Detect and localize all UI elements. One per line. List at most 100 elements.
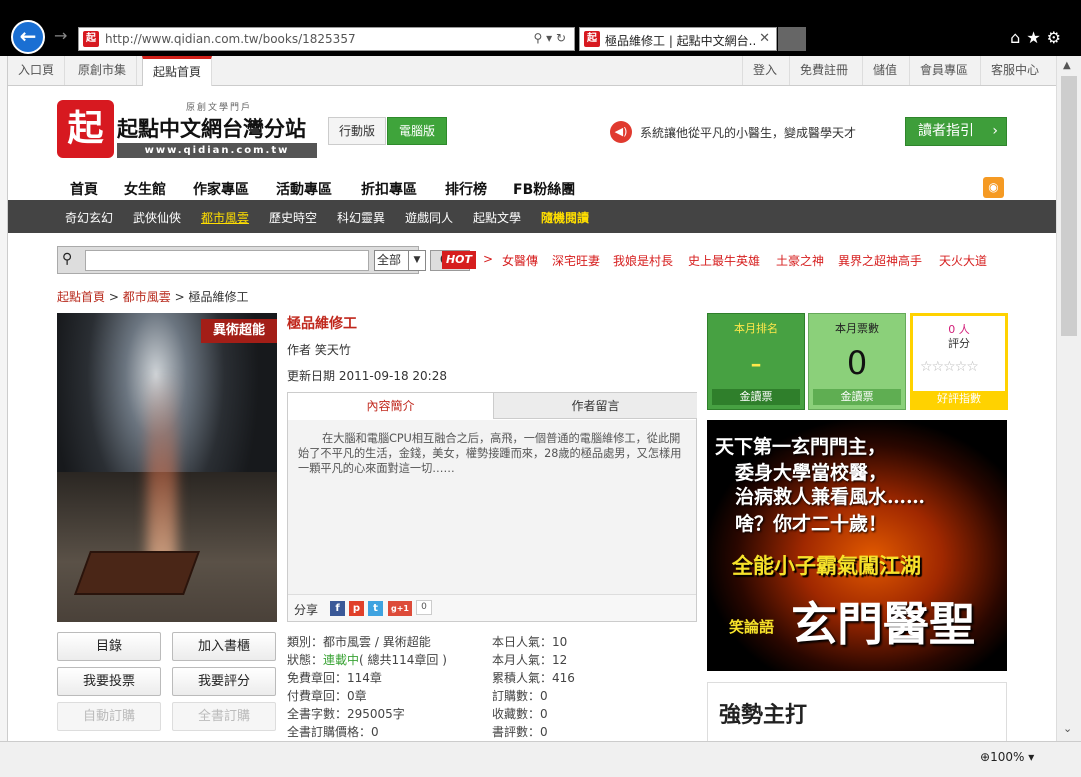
cat-urban[interactable]: 都市風雲 (201, 209, 249, 226)
pc-version-button[interactable]: 電腦版 (387, 117, 447, 145)
monthly-rank-label: 本月排名 (734, 322, 778, 335)
stat-subscribe-price: 全書訂購價格：0 (287, 725, 379, 739)
book-cover[interactable]: 異術超能 (57, 313, 277, 622)
rate-button[interactable]: 我要評分 (172, 667, 276, 696)
browser-tab[interactable]: 起 極品維修工 | 起點中文網台... ✕ (579, 27, 777, 51)
address-bar[interactable]: 起 http://www.qidian.com.tw/books/1825357… (78, 27, 575, 51)
nav-events[interactable]: 活動專區 (276, 179, 332, 199)
site-favicon-icon: 起 (83, 31, 99, 47)
cat-random[interactable]: 隨機閱讀 (541, 209, 589, 226)
share-label: 分享 (294, 603, 319, 617)
featured-section: 強勢主打 (707, 682, 1007, 741)
zoom-control[interactable]: ⊕100% ▾ (980, 750, 1034, 764)
logo-icon[interactable]: 起 (57, 100, 114, 158)
member-link[interactable]: 會員專區 (909, 56, 978, 85)
page-scrollbar[interactable]: ▲ ⌄ (1056, 56, 1081, 741)
breadcrumb-home[interactable]: 起點首頁 (57, 290, 105, 304)
nav-female[interactable]: 女生館 (124, 179, 166, 199)
chevron-down-icon: ▼ (408, 251, 425, 270)
tab-author-message[interactable]: 作者留言 (493, 393, 697, 419)
hot-link[interactable]: 深宅旺妻 (552, 252, 600, 269)
cat-history[interactable]: 歷史時空 (269, 209, 317, 226)
updated-date: 2011-09-18 20:28 (338, 369, 447, 383)
chevron-down-icon[interactable]: ⌄ (1063, 722, 1072, 735)
cat-literature[interactable]: 起點文學 (473, 209, 521, 226)
cover-flame (147, 373, 177, 573)
rating-stars-icon: ☆☆☆☆☆ (920, 359, 979, 375)
topup-link[interactable]: 儲值 (862, 56, 907, 85)
promo-banner[interactable]: 天下第一玄門門主， 委身大學當校醫， 治病救人兼看風水…… 啥？你才二十歲！ 全… (707, 420, 1007, 671)
login-link[interactable]: 登入 (742, 56, 787, 85)
logo-text[interactable]: 起點中文網台灣分站 (117, 113, 306, 143)
gear-icon[interactable]: ⚙ (1047, 28, 1067, 47)
cat-scifi[interactable]: 科幻靈異 (337, 209, 385, 226)
nav-fb[interactable]: FB粉絲團 (513, 179, 575, 199)
monthly-rank-box: 本月排名 - 金讀票 (707, 313, 805, 410)
nav-ranking[interactable]: 排行榜 (445, 179, 487, 199)
cat-fantasy[interactable]: 奇幻玄幻 (65, 209, 113, 226)
nav-discount[interactable]: 折扣專區 (361, 179, 417, 199)
service-link[interactable]: 客服中心 (980, 56, 1049, 85)
facebook-icon[interactable]: f (330, 601, 345, 616)
author-name[interactable]: 笑天竹 (315, 343, 351, 357)
search-input[interactable] (85, 250, 369, 271)
top-nav-entry[interactable]: 入口頁 (8, 56, 66, 85)
hot-link[interactable]: 土豪之神 (776, 252, 824, 269)
hot-link[interactable]: 女醫傳 (502, 252, 538, 269)
search-scope-select[interactable]: 全部 ▼ (374, 250, 426, 271)
book-title[interactable]: 極品維修工 (287, 313, 357, 333)
scrollbar-thumb[interactable] (1061, 76, 1077, 336)
add-shelf-button[interactable]: 加入書櫃 (172, 632, 276, 661)
new-tab-button[interactable] (778, 27, 806, 51)
promo-line: 治病救人兼看風水…… (735, 486, 926, 508)
rss-icon[interactable]: ◉ (983, 177, 1004, 198)
hot-link[interactable]: 異界之超神高手 (838, 252, 922, 269)
register-link[interactable]: 免費註冊 (789, 56, 858, 85)
hot-link[interactable]: 史上最牛英雄 (688, 252, 760, 269)
stat-word-count: 全書字數：295005字 (287, 707, 405, 721)
twitter-icon[interactable]: t (368, 601, 383, 616)
plurk-icon[interactable]: p (349, 601, 364, 616)
monthly-votes-box: 本月票數 0 金讀票 (808, 313, 906, 410)
forward-button[interactable]: → (54, 26, 67, 45)
tab-close-icon[interactable]: ✕ (759, 31, 770, 46)
cat-games[interactable]: 遊戲同人 (405, 209, 453, 226)
address-url[interactable]: http://www.qidian.com.tw/books/1825357 (105, 32, 356, 46)
google-plus-icon[interactable]: g+1 (388, 601, 412, 616)
reader-guide-button[interactable]: 讀者指引 › (905, 117, 1007, 146)
announcement-link[interactable]: 系統讓他從平凡的小醫生，變成醫學天才 (640, 124, 856, 141)
rating-box: 0 人 評分 ☆☆☆☆☆ 好評指數 (910, 313, 1008, 410)
site-top-nav: 入口頁 原創市集 起點首頁 登入 免費註冊 儲值 會員專區 客服中心 (8, 56, 1056, 86)
nav-home[interactable]: 首頁 (70, 179, 98, 199)
breadcrumb-category[interactable]: 都市風雲 (123, 290, 171, 304)
monthly-votes-foot: 金讀票 (813, 389, 901, 405)
breadcrumb-separator: > (108, 290, 123, 304)
mobile-version-button[interactable]: 行動版 (328, 117, 386, 145)
stat-subscriptions: 訂購數：0 (492, 689, 548, 703)
chevron-right-icon: > (483, 252, 494, 266)
breadcrumb-current: 極品維修工 (188, 290, 249, 304)
subscribe-all-button[interactable]: 全書訂購 (172, 702, 276, 731)
search-refresh-icons[interactable]: ⚲ ▾ ↻ (534, 31, 567, 45)
home-icon[interactable]: ⌂ (1010, 28, 1026, 47)
toc-button[interactable]: 目錄 (57, 632, 161, 661)
tab-intro[interactable]: 內容簡介 (288, 393, 493, 419)
auto-subscribe-button[interactable]: 自動訂購 (57, 702, 161, 731)
top-nav-market[interactable]: 原創市集 (68, 56, 138, 85)
gplus-count: 0 (416, 600, 432, 615)
hot-badge: HOT (442, 251, 476, 269)
stat-status-value: 連載中 (323, 653, 360, 667)
hot-link[interactable]: 我娘是村長 (613, 252, 673, 269)
speaker-icon: ◀) (610, 121, 632, 143)
stat-month: 本月人氣：12 (492, 653, 568, 667)
top-nav-home[interactable]: 起點首頁 (142, 56, 213, 86)
scroll-up-icon[interactable]: ▲ (1063, 60, 1071, 71)
stat-category: 類別：都市風雲 / 異術超能 (287, 633, 431, 650)
nav-authors[interactable]: 作家專區 (193, 179, 249, 199)
vote-button[interactable]: 我要投票 (57, 667, 161, 696)
hot-link[interactable]: 天火大道 (939, 252, 987, 269)
back-button[interactable]: ← (11, 20, 45, 54)
favorites-star-icon[interactable]: ★ (1026, 28, 1046, 47)
info-panel: 內容簡介 作者留言 在大腦和電腦CPU相互融合之后，高飛，一個普通的電腦維修工，… (287, 392, 697, 622)
cat-wuxia[interactable]: 武俠仙俠 (133, 209, 181, 226)
